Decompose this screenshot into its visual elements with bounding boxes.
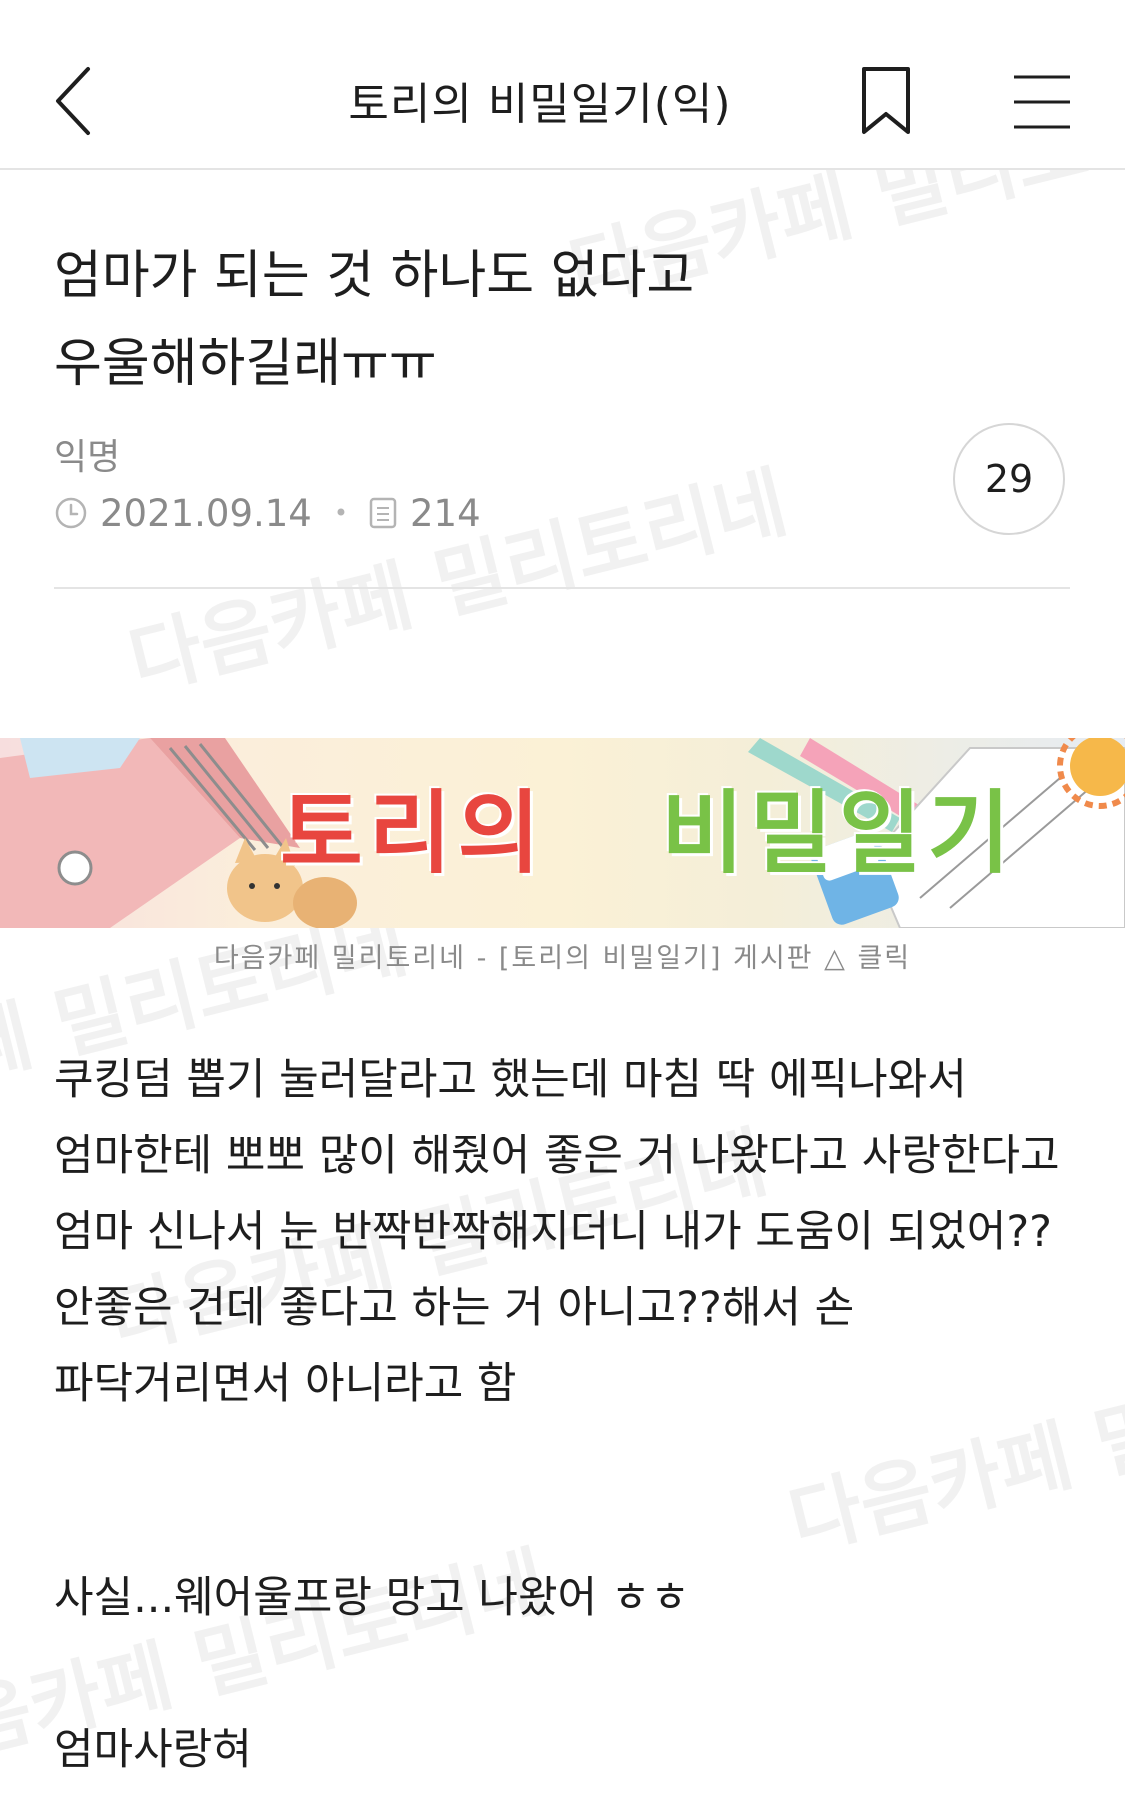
post-body-paragraph-2: 사실...웨어울프랑 망고 나왔어 ㅎㅎ <box>54 1573 690 1623</box>
back-icon <box>56 67 90 135</box>
comment-count-button[interactable]: 29 <box>953 423 1065 535</box>
post-views: 214 <box>410 491 481 535</box>
banner-title-part2: 비밀일기 <box>661 781 1017 886</box>
header-divider <box>54 587 1070 589</box>
banner-title: 토리의 비밀일기 <box>280 760 1016 890</box>
post-date: 2021.09.14 <box>100 491 312 535</box>
post-author: 익명 <box>54 437 121 478</box>
banner-caption[interactable]: 다음카페 밀리토리네 - [토리의 비밀일기] 게시판 △ 클릭 <box>0 936 1125 975</box>
bookmark-button[interactable] <box>860 66 912 136</box>
board-banner-image[interactable]: 토리의 비밀일기 <box>0 738 1125 928</box>
post-meta: 2021.09.14 • 214 <box>54 490 481 536</box>
watermark-text: 다음카페 밀리토리네 <box>120 457 796 708</box>
meta-separator: • <box>333 499 349 527</box>
bookmark-icon <box>862 67 910 134</box>
post-body-paragraph-3: 엄마사랑혀 <box>54 1725 252 1775</box>
post-body-paragraph-1: 쿠킹덤 뽑기 눌러달라고 했는데 마침 딱 에픽나와서 엄마한테 뽀뽀 많이 해… <box>54 1055 1060 1409</box>
post-title: 엄마가 되는 것 하나도 없다고 우울해하길래ㅠㅠ <box>54 246 695 394</box>
clock-icon <box>55 497 87 529</box>
menu-button[interactable] <box>1012 74 1072 130</box>
comment-count: 29 <box>984 457 1034 501</box>
document-icon <box>369 497 397 529</box>
menu-icon <box>1014 75 1070 129</box>
top-navigation-bar: 토리의 비밀일기(익) <box>0 0 1125 170</box>
board-title: 토리의 비밀일기(익) <box>348 79 732 130</box>
back-button[interactable] <box>48 55 108 145</box>
banner-title-part1: 토리의 <box>280 781 547 886</box>
